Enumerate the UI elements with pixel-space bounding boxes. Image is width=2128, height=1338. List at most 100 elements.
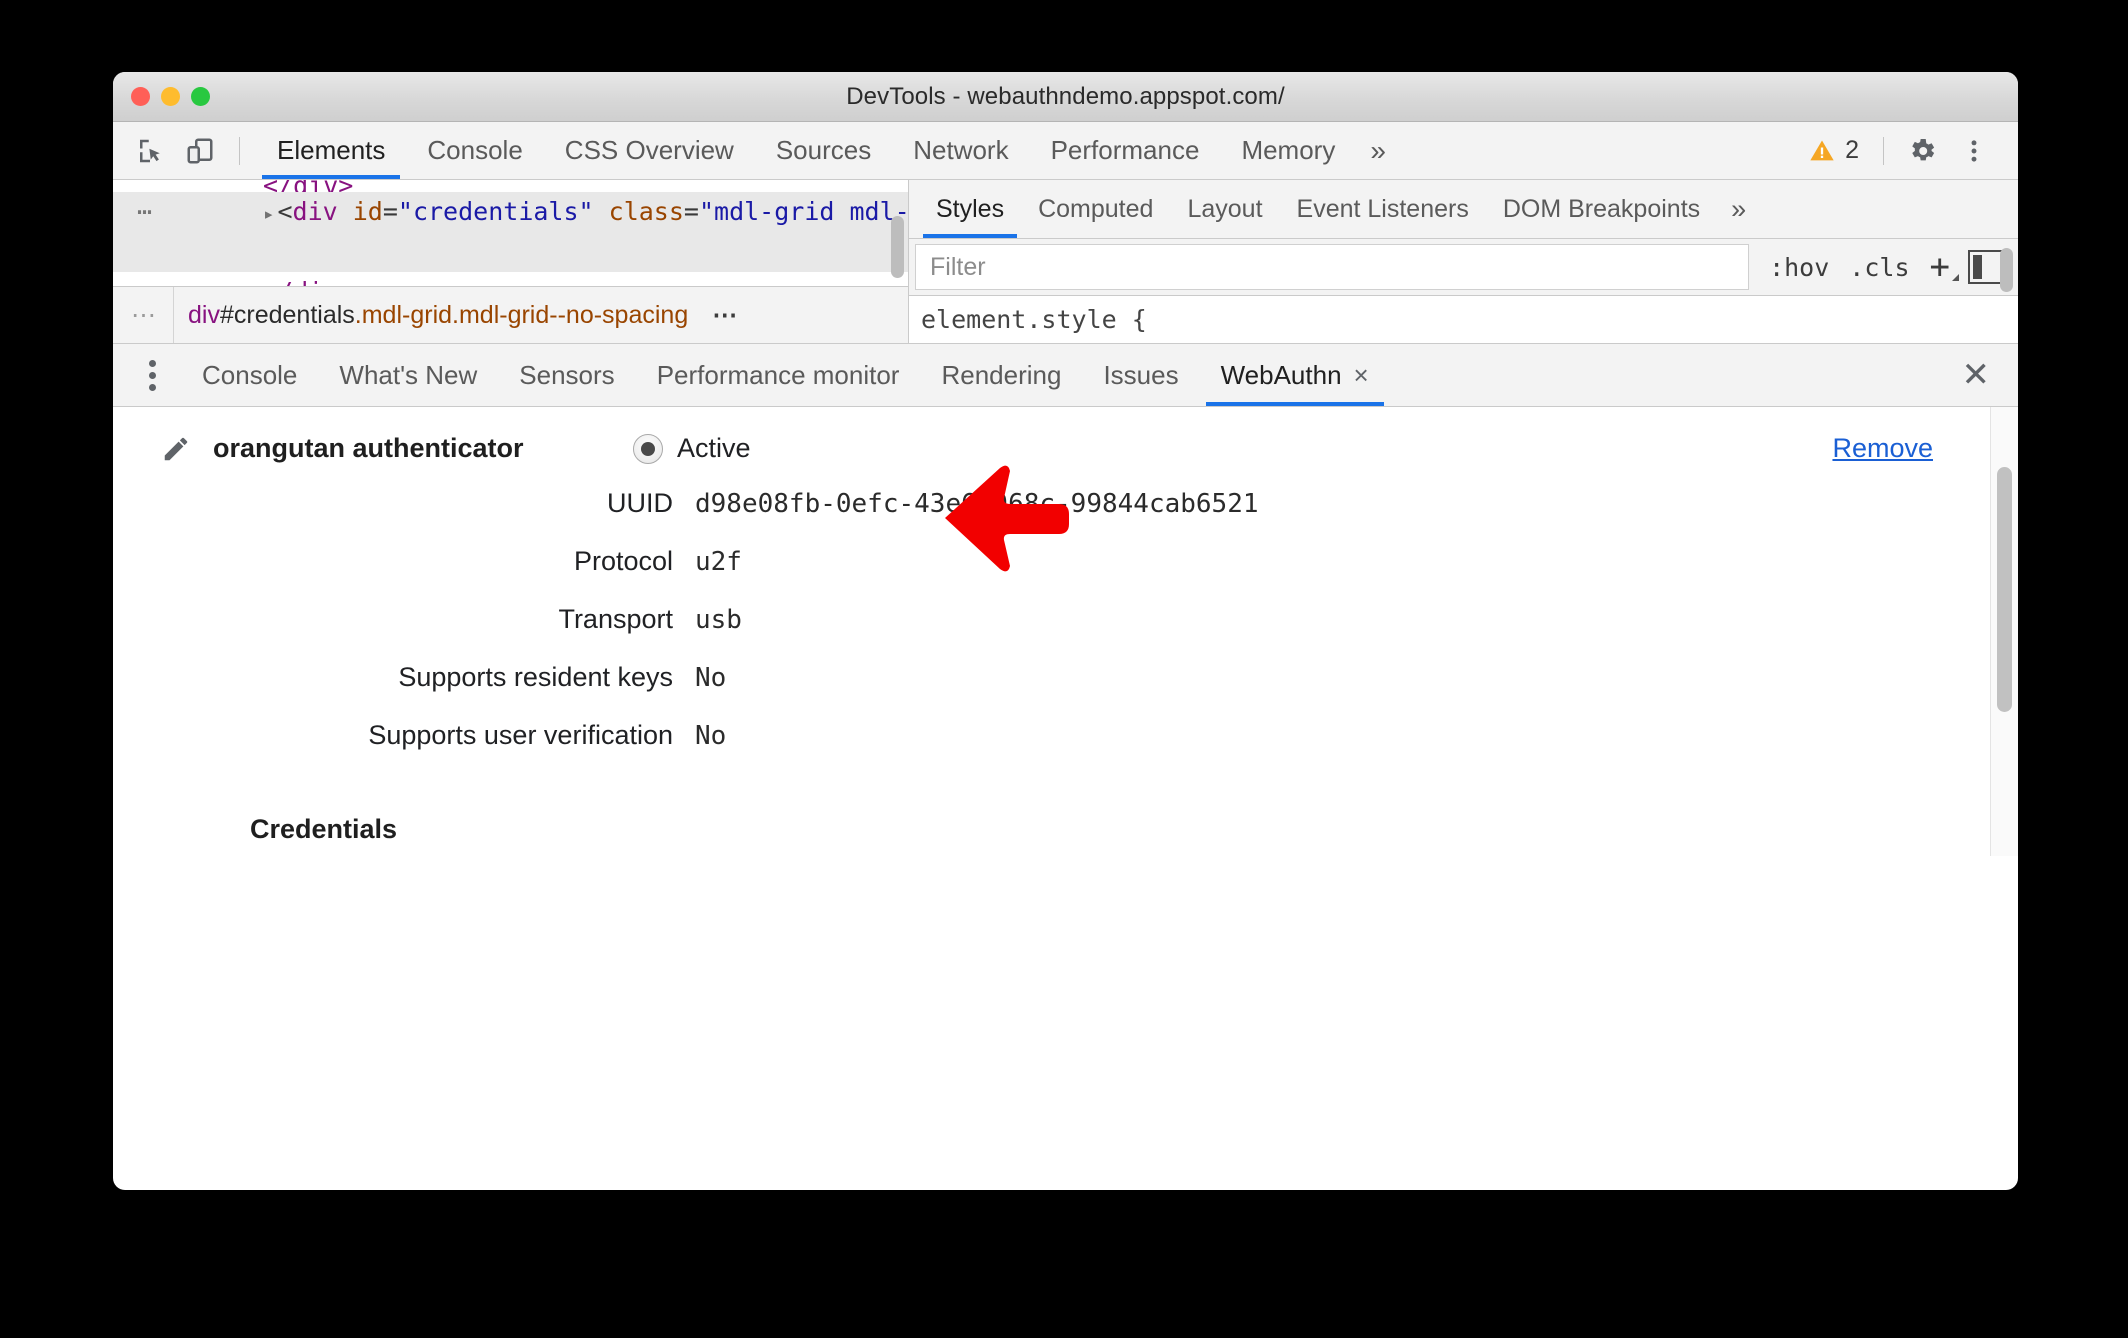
drawer-menu-icon[interactable]: [129, 359, 175, 391]
drawer-tab-webauthn-close-icon[interactable]: ×: [1354, 360, 1369, 391]
caret-icon: [1952, 274, 1959, 281]
dom-tree: </div> ⋯ ▸<div id="credentials" class="m…: [113, 180, 908, 292]
dom-open-bracket: <: [277, 197, 293, 226]
tab-elements[interactable]: Elements: [256, 122, 406, 179]
gear-icon[interactable]: [1898, 127, 1946, 175]
more-tabs-button[interactable]: »: [1356, 122, 1400, 179]
drawer-tab-rendering-label: Rendering: [941, 359, 1062, 390]
drawer-tab-sensors[interactable]: Sensors: [498, 344, 635, 406]
breadcrumb-overflow-left[interactable]: ⋯: [113, 300, 173, 330]
detail-label-protocol: Protocol: [573, 546, 673, 576]
styles-filter-input[interactable]: Filter: [915, 244, 1750, 290]
dom-attr-class-value: "mdl-grid mdl-grid--no-spacing": [698, 197, 909, 226]
dom-node-selected[interactable]: ⋯ ▸ <div id="credentials" class="mdl-grid…: [113, 192, 908, 272]
drawer-tab-webauthn-label: WebAuthn: [1220, 359, 1342, 390]
drawer-tab-console[interactable]: Console: [181, 344, 318, 406]
tab-memory[interactable]: Memory: [1220, 122, 1356, 179]
tab-dom-breakpoints-label: DOM Breakpoints: [1502, 194, 1701, 223]
drawer-tab-sensors-label: Sensors: [519, 359, 615, 390]
dom-attr-id-value: "credentials": [397, 197, 594, 226]
drawer-toolbar: Console What's New Sensors Performance m…: [113, 344, 2018, 407]
pencil-icon[interactable]: [157, 434, 195, 464]
detail-label-user-verification: Supports user verification: [368, 720, 673, 750]
device-toolbar-icon[interactable]: [179, 130, 221, 172]
drawer-tab-rendering[interactable]: Rendering: [920, 344, 1082, 406]
devtools-tab-list: Elements Console CSS Overview Sources Ne…: [256, 122, 1400, 179]
drawer-tab-performance-monitor-label: Performance monitor: [656, 359, 900, 390]
authenticator-name: orangutan authenticator: [213, 433, 524, 463]
inspect-element-icon[interactable]: [129, 130, 171, 172]
webauthn-panel: orangutan authenticator Active Remove UU…: [113, 407, 2018, 856]
kebab-menu-icon[interactable]: [1950, 127, 1998, 175]
new-style-rule-button[interactable]: +: [1922, 247, 1959, 287]
drawer-close-icon[interactable]: ✕: [1962, 355, 2019, 395]
styles-filter-row: Filter :hov .cls +: [909, 238, 2018, 295]
detail-value-user-verification: No: [695, 721, 727, 751]
detail-label-uuid: UUID: [607, 488, 673, 518]
remove-authenticator-link[interactable]: Remove: [1832, 433, 1933, 464]
toggle-class-button[interactable]: .cls: [1841, 253, 1917, 282]
drawer-tab-performance-monitor[interactable]: Performance monitor: [636, 344, 921, 406]
tab-event-listeners[interactable]: Event Listeners: [1280, 180, 1486, 238]
breadcrumb-overflow-right[interactable]: ⋯: [702, 300, 740, 330]
toolbar-right-group: 2: [1798, 127, 2018, 175]
drawer-tab-whats-new[interactable]: What's New: [318, 344, 498, 406]
active-label: Active: [677, 433, 751, 463]
dom-tag-name: div: [292, 197, 338, 226]
dom-attr-class-name: class: [608, 197, 684, 226]
drawer-tab-whats-new-label: What's New: [339, 359, 478, 390]
detail-row-transport: Transport usb: [113, 604, 2018, 662]
detail-value-transport: usb: [695, 605, 742, 635]
breadcrumb-tag: div: [188, 300, 220, 329]
toolbar-divider: [239, 136, 240, 165]
breadcrumb-id: #credentials: [219, 300, 355, 329]
styles-filter-actions: :hov .cls +: [1749, 247, 2018, 287]
tab-styles[interactable]: Styles: [919, 180, 1021, 238]
toggle-element-state-button[interactable]: :hov: [1761, 253, 1837, 282]
dom-vertical-scrollbar[interactable]: [891, 216, 904, 278]
drawer-tab-issues[interactable]: Issues: [1082, 344, 1199, 406]
styles-vertical-scrollbar[interactable]: [2000, 248, 2013, 292]
tab-network[interactable]: Network: [892, 122, 1029, 179]
detail-row-user-verification: Supports user verification No: [113, 720, 2018, 778]
tab-console[interactable]: Console: [406, 122, 543, 179]
tab-styles-label: Styles: [936, 194, 1005, 223]
tab-network-label: Network: [913, 135, 1009, 165]
drawer-tab-console-label: Console: [202, 359, 298, 390]
drawer-tab-webauthn[interactable]: WebAuthn ×: [1200, 344, 1390, 406]
tab-sources[interactable]: Sources: [755, 122, 892, 179]
authenticator-header-orangutan: orangutan authenticator Active Remove: [113, 407, 2018, 464]
desktop-backdrop: DevTools - webauthndemo.appspot.com/ Ele…: [0, 0, 2128, 1338]
tab-performance-label: Performance: [1050, 135, 1200, 165]
window-title-bar: DevTools - webauthndemo.appspot.com/: [113, 72, 2018, 122]
tab-memory-label: Memory: [1241, 135, 1336, 165]
warning-indicator[interactable]: 2: [1798, 136, 1869, 165]
tab-event-listeners-label: Event Listeners: [1296, 194, 1469, 223]
tab-computed[interactable]: Computed: [1021, 180, 1170, 238]
devtools-window: DevTools - webauthndemo.appspot.com/ Ele…: [113, 72, 2018, 1190]
expand-triangle-icon[interactable]: ▸: [263, 194, 274, 234]
drawer-tab-issues-label: Issues: [1103, 359, 1179, 390]
tab-dom-breakpoints[interactable]: DOM Breakpoints: [1486, 180, 1717, 238]
new-style-rule-label: +: [1929, 247, 1950, 287]
dom-tree-pane[interactable]: </div> ⋯ ▸<div id="credentials" class="m…: [113, 180, 909, 343]
breadcrumb-item-selected[interactable]: div#credentials.mdl-grid.mdl-grid--no-sp…: [174, 301, 702, 330]
detail-row-protocol: Protocol u2f: [113, 546, 2018, 604]
warning-count: 2: [1845, 136, 1859, 164]
breadcrumb: ⋯ div#credentials.mdl-grid.mdl-grid--no-…: [113, 286, 908, 343]
drawer-tab-list: Console What's New Sensors Performance m…: [181, 344, 1390, 406]
tab-css-overview[interactable]: CSS Overview: [544, 122, 755, 179]
webauthn-scrollbar-track[interactable]: [1990, 407, 2018, 856]
styles-pane: Styles Computed Layout Event Listeners D…: [909, 180, 2018, 343]
webauthn-scrollbar-thumb[interactable]: [1997, 467, 2012, 712]
credentials-title: Credentials: [250, 814, 398, 844]
tab-layout-label: Layout: [1187, 194, 1263, 223]
tab-performance[interactable]: Performance: [1030, 122, 1221, 179]
styles-more-tabs-button[interactable]: »: [1717, 180, 1760, 238]
element-style-rule[interactable]: element.style {: [909, 295, 2018, 343]
active-toggle-group-orangutan[interactable]: Active: [633, 433, 751, 464]
dom-line-above: </div>: [113, 180, 908, 192]
active-radio-orangutan-authenticator[interactable]: [633, 433, 663, 464]
detail-label-resident-keys: Supports resident keys: [398, 662, 673, 692]
tab-layout[interactable]: Layout: [1170, 180, 1279, 238]
